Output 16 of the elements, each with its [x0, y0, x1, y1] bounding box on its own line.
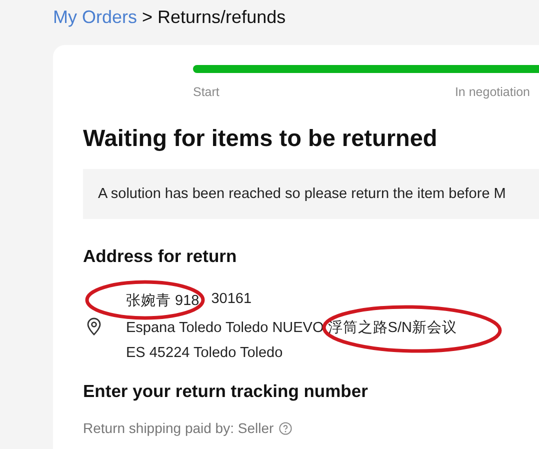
contact-text: 张婉青 918: [126, 292, 200, 310]
shipping-payer-text: Return shipping paid by: Seller: [83, 420, 274, 436]
location-pin-icon: [86, 316, 102, 336]
contact-text: 30161: [211, 291, 252, 309]
section-heading: Address for return: [83, 246, 238, 267]
notice-banner: A solution has been reached so please return the item before M: [83, 169, 539, 219]
section-heading: Enter your return tracking number: [83, 381, 369, 402]
step-label: Start: [193, 85, 220, 99]
address-line: Espana Toledo Toledo NUEVO 浮筒之路S/N新会议: [126, 318, 457, 337]
breadcrumb-link[interactable]: My Orders: [53, 7, 138, 28]
address-line: ES 45224 Toledo Toledo: [126, 345, 284, 361]
breadcrumb-separator: >: [142, 7, 153, 28]
page-title: Waiting for items to be returned: [83, 125, 438, 152]
help-icon[interactable]: [278, 422, 292, 434]
step-label: In negotiation: [454, 85, 530, 99]
breadcrumb-current: Returns/refunds: [158, 7, 286, 28]
